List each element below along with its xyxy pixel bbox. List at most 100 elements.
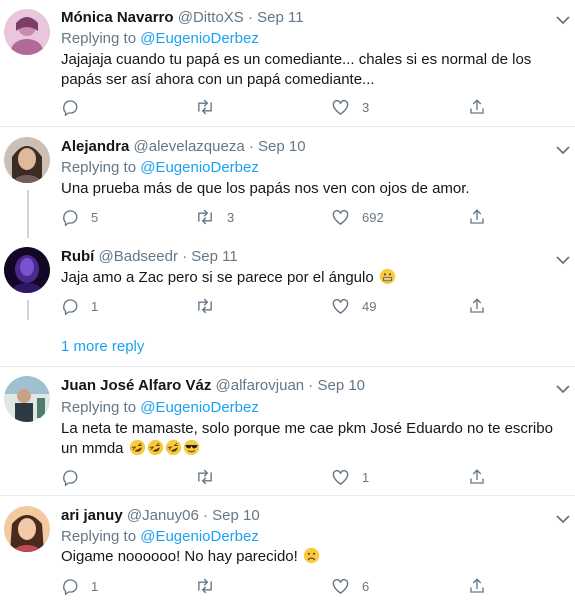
reply-icon	[63, 100, 78, 116]
avatar-image	[4, 506, 50, 552]
like-count: 6	[362, 578, 370, 594]
reply-button[interactable]	[61, 97, 91, 117]
reply-icon	[63, 470, 78, 486]
reply-icon	[63, 299, 78, 315]
chevron-down-icon[interactable]	[556, 12, 570, 25]
display-name[interactable]: Juan José Alfaro Váz	[61, 377, 211, 394]
like-button[interactable]: 6	[331, 576, 369, 596]
mention-link[interactable]: @EugenioDerbez	[140, 399, 259, 416]
chevron-down-icon[interactable]	[556, 381, 570, 394]
show-more-replies-link[interactable]: 1 more reply	[61, 338, 144, 355]
share-button[interactable]	[468, 296, 486, 316]
share-icon	[470, 469, 484, 484]
avatar[interactable]	[4, 376, 50, 422]
retweet-icon	[198, 578, 212, 594]
replying-to: Replying to @EugenioDerbez	[61, 399, 259, 416]
like-count: 692	[362, 209, 384, 225]
tweet-actions: 5 3 692	[61, 207, 491, 227]
tweet-text: Jaja amo a Zac pero si se parece por el …	[61, 268, 566, 288]
user-handle[interactable]: @alfarovjuan	[216, 377, 305, 394]
user-handle[interactable]: @DittoXS	[178, 9, 244, 26]
tweet-card[interactable]: Juan José Alfaro Váz @alfarovjuan · Sep …	[0, 367, 575, 493]
tweet-actions: 1 49	[61, 296, 491, 316]
tweet-text: La neta te mamaste, solo porque me cae p…	[61, 420, 553, 457]
tweet-card[interactable]: ari januy @Januy06 · Sep 10 Replying to …	[0, 496, 575, 604]
display-name[interactable]: Alejandra	[61, 138, 129, 155]
retweet-button[interactable]	[195, 467, 227, 487]
tweet-header: Rubí @Badseedr · Sep 11	[61, 248, 238, 265]
tweet-date[interactable]: Sep 10	[212, 507, 260, 524]
grimacing-face-emoji	[379, 268, 396, 285]
reply-icon	[63, 579, 78, 595]
user-handle[interactable]: @Januy06	[127, 507, 199, 524]
share-button[interactable]	[468, 467, 486, 487]
share-icon	[470, 209, 484, 224]
display-name[interactable]: Rubí	[61, 248, 94, 265]
avatar[interactable]	[4, 506, 50, 552]
tweet-header: Alejandra @alevelazqueza · Sep 10	[61, 138, 306, 155]
share-icon	[470, 578, 484, 593]
replying-to: Replying to @EugenioDerbez	[61, 30, 259, 47]
tweet-actions: 1	[61, 467, 491, 487]
heart-icon	[332, 578, 349, 594]
retweet-button[interactable]	[195, 576, 227, 596]
mention-link[interactable]: @EugenioDerbez	[140, 30, 259, 47]
display-name[interactable]: Mónica Navarro	[61, 9, 174, 26]
like-count: 49	[362, 298, 377, 314]
retweet-button[interactable]: 3	[195, 207, 234, 227]
sunglasses-emoji	[183, 439, 199, 456]
user-handle[interactable]: @alevelazqueza	[134, 138, 245, 155]
avatar-image	[4, 9, 50, 55]
tweet-card[interactable]: Mónica Navarro @DittoXS · Sep 11 Replyin…	[0, 0, 575, 126]
heart-icon	[332, 298, 349, 314]
tweet-header: ari januy @Januy06 · Sep 10	[61, 507, 260, 524]
avatar[interactable]	[4, 9, 50, 55]
retweet-icon	[198, 298, 212, 314]
reply-count: 1	[91, 578, 99, 594]
reply-button[interactable]: 1	[61, 296, 98, 316]
share-icon	[470, 99, 484, 114]
heart-icon	[332, 469, 349, 485]
share-button[interactable]	[468, 207, 486, 227]
like-button[interactable]: 1	[331, 467, 369, 487]
worried-face-emoji	[303, 547, 320, 564]
tweet-header: Mónica Navarro @DittoXS · Sep 11	[61, 9, 304, 26]
mention-link[interactable]: @EugenioDerbez	[140, 159, 259, 176]
like-count: 3	[362, 99, 370, 115]
chevron-down-icon[interactable]	[556, 511, 570, 524]
share-button[interactable]	[468, 576, 486, 596]
reply-button[interactable]	[61, 467, 91, 487]
chevron-down-icon[interactable]	[556, 142, 570, 155]
avatar[interactable]	[4, 247, 50, 293]
heart-icon	[332, 209, 349, 225]
retweet-icon	[198, 99, 212, 115]
like-count: 1	[362, 469, 370, 485]
avatar[interactable]	[4, 137, 50, 183]
like-button[interactable]: 692	[331, 207, 384, 227]
tweet-date[interactable]: Sep 11	[191, 248, 237, 265]
avatar-image	[4, 376, 50, 422]
tweet-date[interactable]: Sep 10	[258, 138, 306, 155]
chevron-down-icon[interactable]	[556, 252, 570, 265]
tweet-date[interactable]: Sep 10	[317, 377, 365, 394]
tweet-text: Oigame noooooo! No hay parecido!	[61, 547, 566, 567]
reply-icon	[63, 210, 78, 226]
retweet-icon	[198, 469, 212, 485]
display-name[interactable]: ari januy	[61, 507, 123, 524]
tweet-card[interactable]: Rubí @Badseedr · Sep 11 Jaja amo a Zac p…	[0, 238, 575, 324]
like-button[interactable]: 3	[331, 97, 369, 117]
user-handle[interactable]: @Badseedr	[99, 248, 178, 265]
tweet-actions: 1 6	[61, 576, 491, 596]
reply-button[interactable]: 5	[61, 207, 98, 227]
replying-to: Replying to @EugenioDerbez	[61, 159, 259, 176]
rofl-emoji	[165, 439, 181, 456]
retweet-button[interactable]	[195, 296, 227, 316]
retweet-icon	[198, 209, 212, 225]
tweet-date[interactable]: Sep 11	[257, 9, 303, 26]
mention-link[interactable]: @EugenioDerbez	[140, 528, 259, 545]
reply-button[interactable]: 1	[61, 576, 98, 596]
share-button[interactable]	[468, 97, 486, 117]
retweet-button[interactable]	[195, 97, 227, 117]
tweet-card[interactable]: Alejandra @alevelazqueza · Sep 10 Replyi…	[0, 127, 575, 237]
like-button[interactable]: 49	[331, 296, 376, 316]
